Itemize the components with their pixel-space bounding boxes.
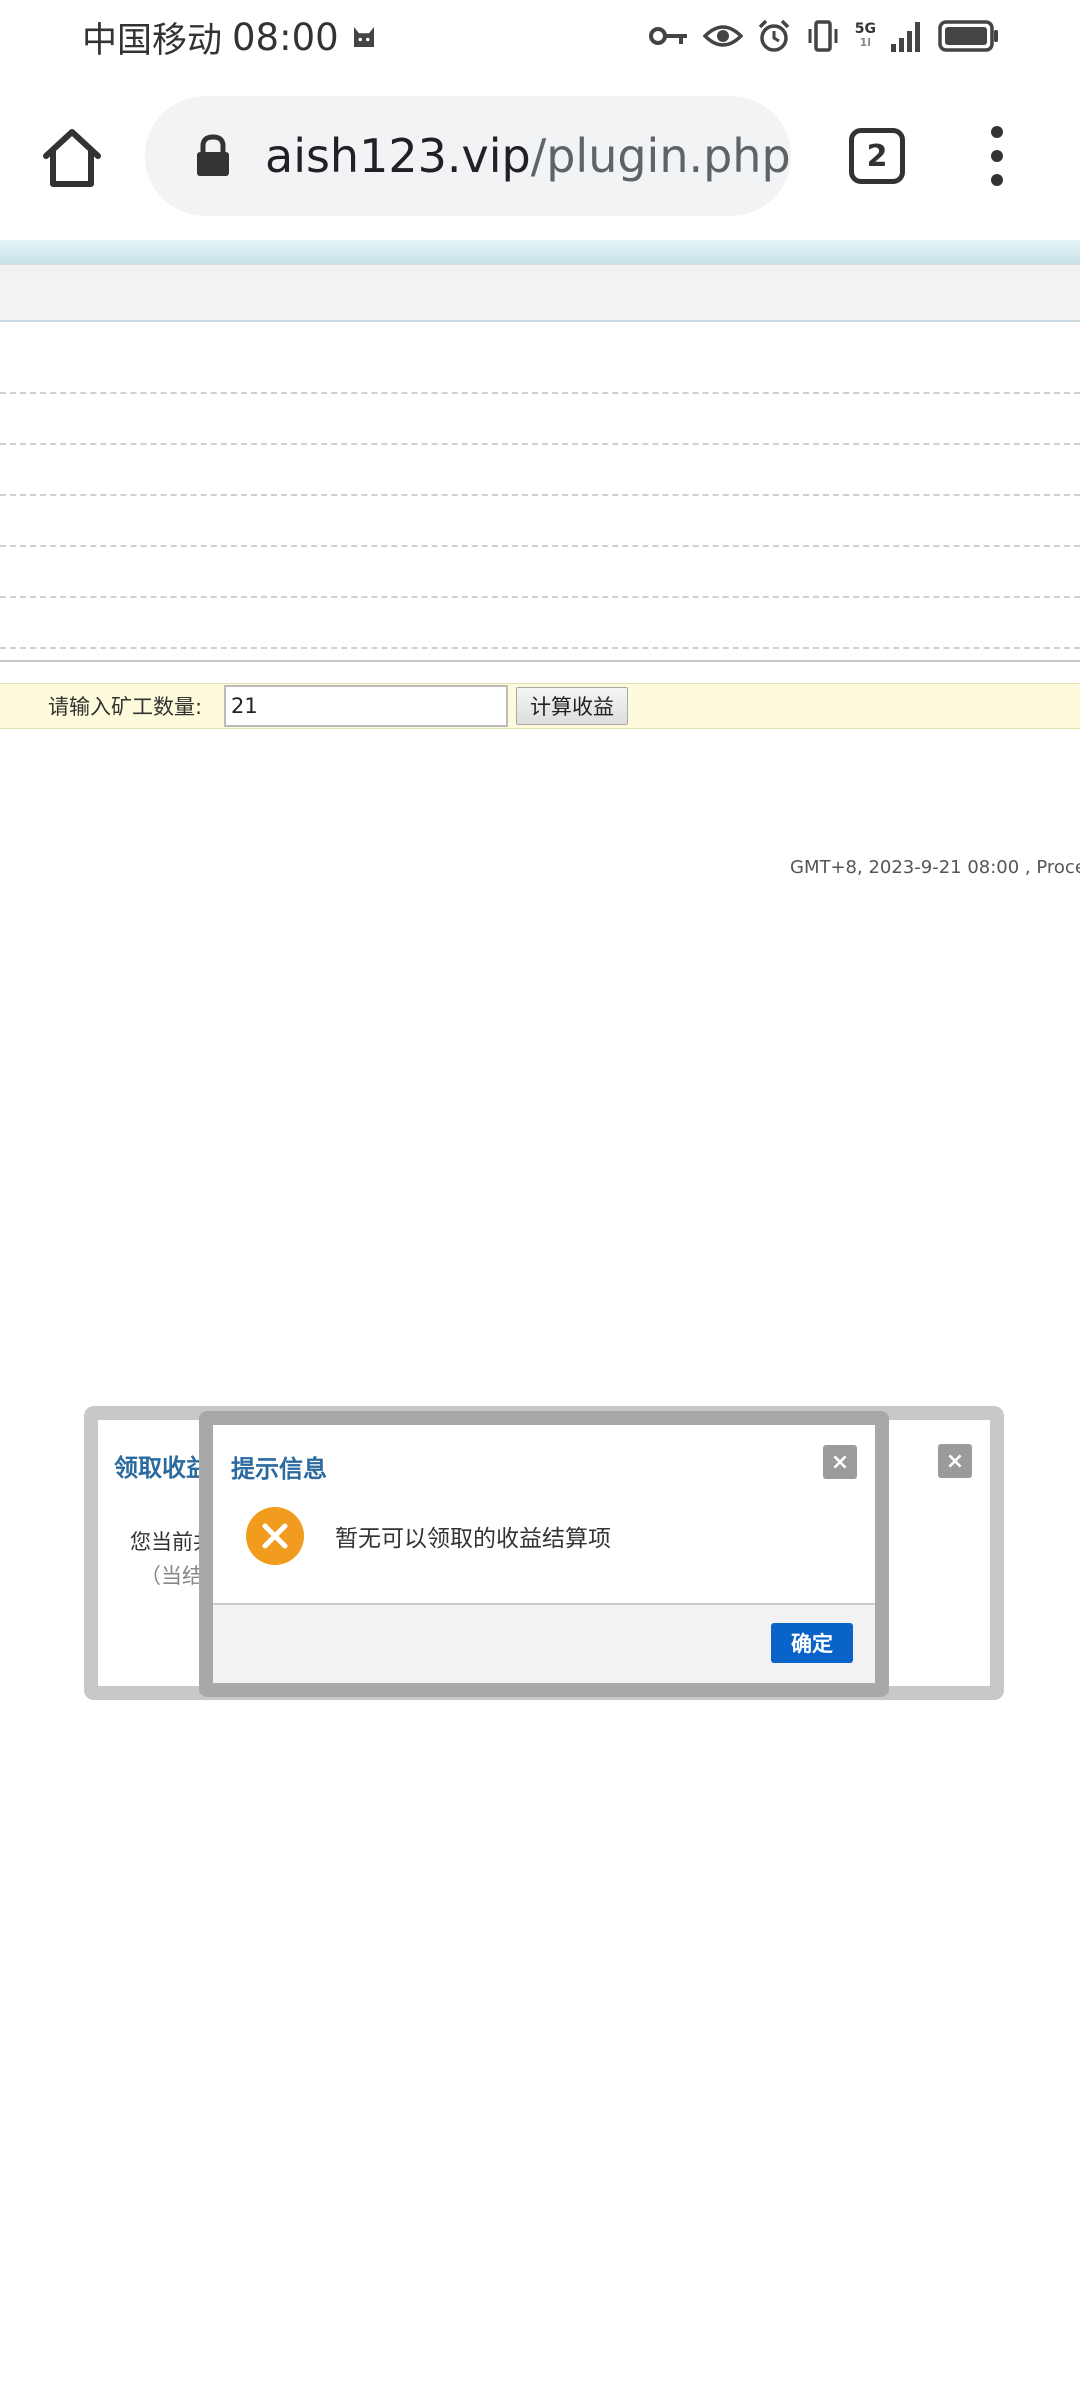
carrier-name: 中国移动 — [82, 20, 223, 61]
header-gradient — [0, 240, 1080, 264]
overflow-menu-icon[interactable] — [982, 122, 1012, 190]
footer-timestamp: GMT+8, 2023-9-21 08:00 , Processe — [790, 857, 1080, 878]
cat-notification-icon — [353, 27, 374, 47]
claim-dialog-close-button[interactable]: × — [938, 1444, 972, 1478]
row-divider — [0, 596, 1080, 598]
key-icon — [648, 27, 687, 45]
status-left: 中国移动 08:00 — [82, 12, 379, 62]
notice-dialog-body: 提示信息 × 暂无可以领取的收益结算项 确定 — [213, 1425, 875, 1683]
status-time: 08:00 — [232, 15, 339, 59]
notice-dialog: 提示信息 × 暂无可以领取的收益结算项 确定 — [199, 1411, 889, 1697]
browser-toolbar: aish123.vip/plugin.php 2 — [0, 72, 1080, 240]
row-divider — [0, 494, 1080, 496]
network-type: 5G 1l — [855, 22, 876, 50]
home-icon[interactable] — [38, 124, 106, 192]
page-content: 请输入矿工数量: 21 计算收益 GMT+8, 2023-9-21 08:00 … — [0, 240, 1080, 2400]
error-icon — [246, 1507, 304, 1565]
tab-switcher-button[interactable]: 2 — [849, 128, 905, 184]
row-divider — [0, 647, 1080, 649]
battery-icon — [938, 20, 998, 52]
notice-dialog-footer: 确定 — [213, 1603, 875, 1683]
address-bar[interactable]: aish123.vip/plugin.php — [145, 96, 791, 216]
vibrate-icon — [808, 20, 838, 52]
nav-band — [0, 264, 1080, 322]
notice-message: 暂无可以领取的收益结算项 — [335, 1526, 611, 1552]
status-right: 5G 1l — [648, 16, 1000, 56]
notice-dialog-title: 提示信息 — [231, 1455, 327, 1483]
eye-icon — [702, 25, 743, 47]
lock-icon[interactable] — [195, 134, 231, 178]
network-sub-label: 1l — [859, 36, 872, 49]
claim-dialog-title: 领取收益 — [114, 1454, 210, 1482]
url-domain: aish123.vip — [265, 129, 531, 183]
signal-icon — [891, 22, 920, 52]
notice-dialog-close-button[interactable]: × — [823, 1445, 857, 1479]
url-path: /plugin.php — [530, 129, 791, 183]
status-bar: 中国移动 08:00 5G 1l — [0, 0, 1080, 72]
calculate-earnings-button[interactable]: 计算收益 — [516, 687, 628, 725]
miner-count-input[interactable]: 21 — [224, 685, 508, 727]
alarm-icon — [758, 19, 790, 52]
table-bottom-border — [0, 660, 1080, 662]
confirm-button[interactable]: 确定 — [771, 1623, 853, 1663]
network-label: 5G — [854, 21, 876, 37]
row-divider — [0, 443, 1080, 445]
miner-count-label: 请输入矿工数量: — [48, 695, 203, 719]
row-divider — [0, 545, 1080, 547]
miner-calc-row: 请输入矿工数量: 21 计算收益 — [0, 683, 1080, 729]
url-text[interactable]: aish123.vip/plugin.php — [265, 129, 791, 183]
row-divider — [0, 392, 1080, 394]
